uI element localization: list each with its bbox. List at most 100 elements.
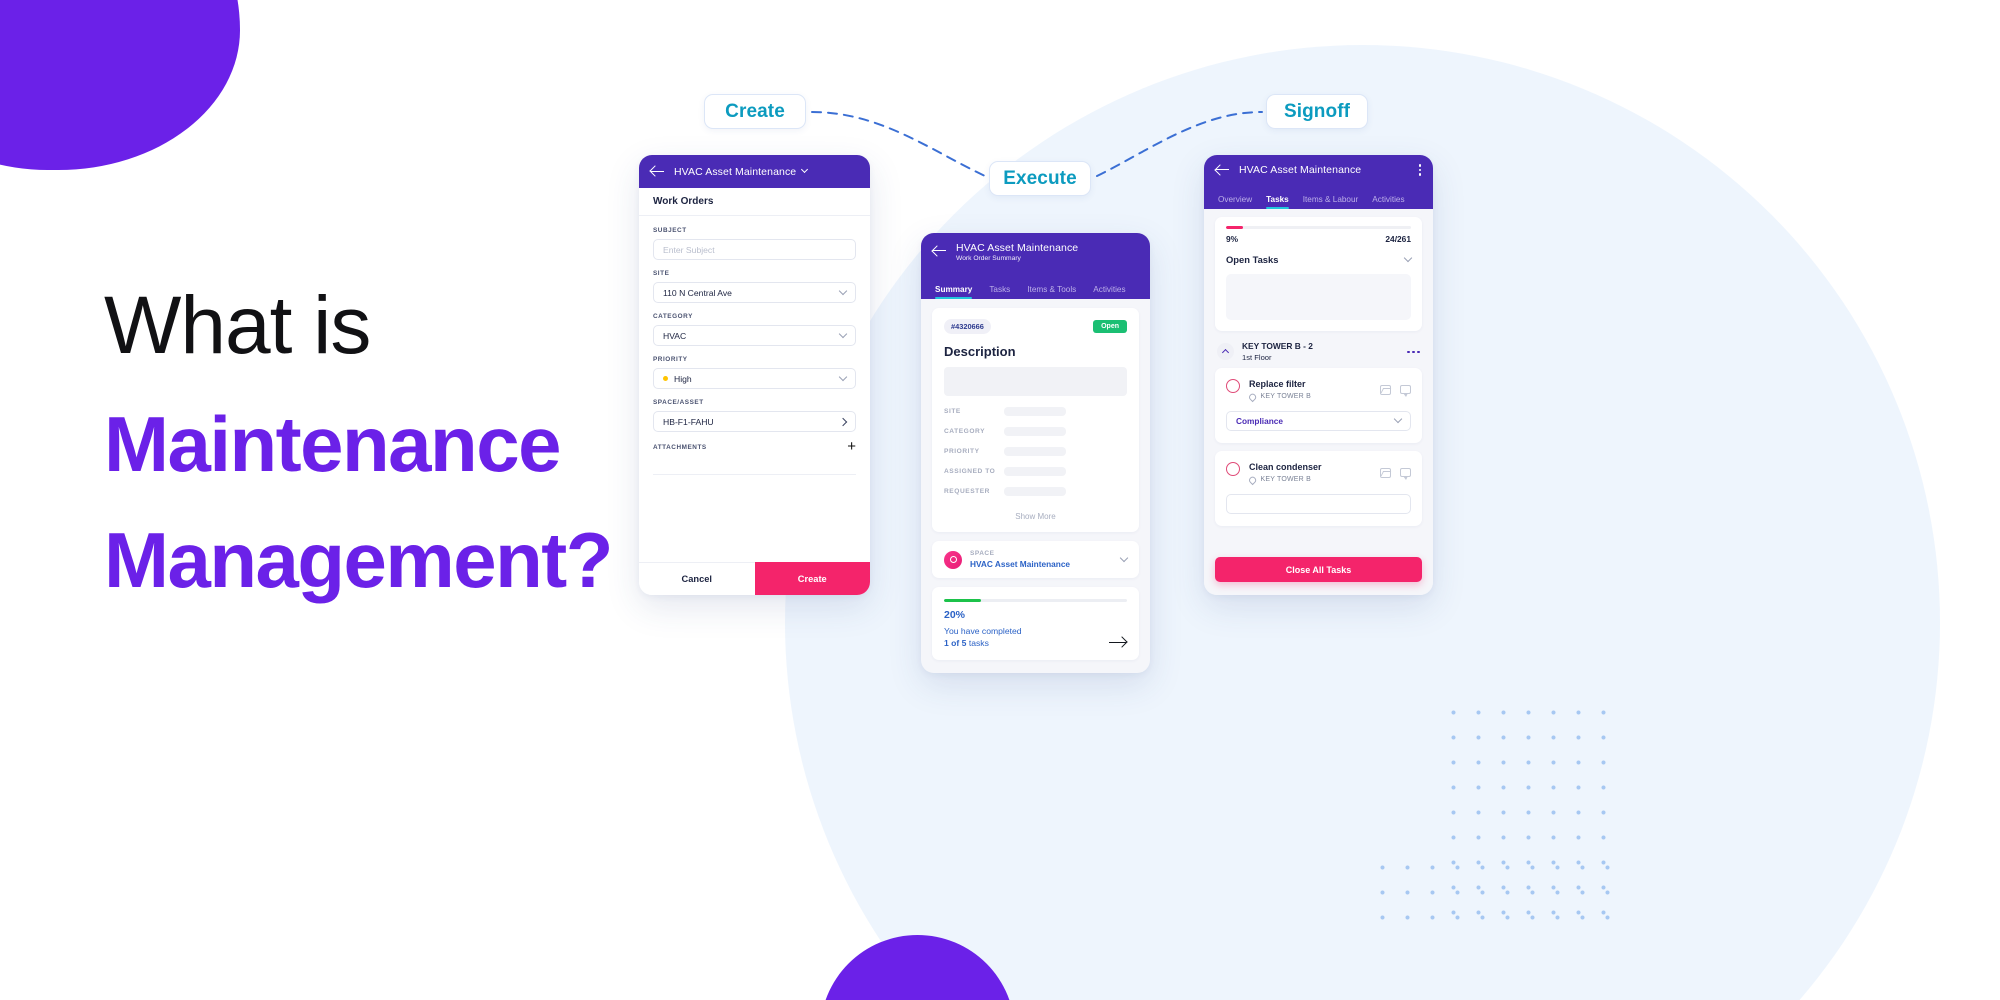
priority-dot-icon: [663, 376, 668, 381]
progress-fill: [944, 599, 981, 602]
task-type-select[interactable]: Compliance: [1226, 411, 1411, 432]
field-label-space-asset: SPACE/ASSET: [653, 399, 704, 406]
progress-track: [1226, 226, 1411, 230]
image-icon[interactable]: [1380, 384, 1391, 395]
open-tasks-row[interactable]: Open Tasks: [1226, 253, 1413, 265]
space-asset-navigator[interactable]: HB-F1-FAHU: [653, 411, 856, 432]
kebab-menu-icon[interactable]: [1418, 164, 1421, 176]
task-checkbox[interactable]: [1226, 462, 1240, 477]
ellipsis-icon[interactable]: [1407, 350, 1420, 354]
detail-row-site: SITE: [944, 407, 1127, 416]
chevron-up-icon[interactable]: [1217, 343, 1234, 361]
phone-screen-work-order-summary: HVAC Asset Maintenance Work Order Summar…: [921, 233, 1150, 673]
back-arrow-icon[interactable]: [933, 244, 947, 258]
detail-value-placeholder: [1004, 487, 1066, 496]
tab-activities[interactable]: Activities: [1093, 285, 1125, 299]
detail-key: CATEGORY: [944, 428, 986, 435]
field-label-priority: PRIORITY: [653, 356, 688, 363]
chevron-down-icon: [838, 329, 848, 338]
back-arrow-icon[interactable]: [1216, 163, 1230, 177]
task-text: Clean condenser KEY TOWER B: [1247, 462, 1322, 485]
tab-overview[interactable]: Overview: [1218, 195, 1252, 209]
flow-step-signoff[interactable]: Signoff: [1266, 94, 1368, 129]
subject-input[interactable]: Enter Subject: [653, 239, 856, 260]
app-bar-title: HVAC Asset Maintenance: [956, 242, 1079, 254]
chevron-down-icon[interactable]: [1119, 553, 1129, 562]
completed-suffix: tasks: [968, 637, 989, 648]
back-arrow-icon[interactable]: [651, 165, 665, 179]
tab-items-labour[interactable]: Items & Labour: [1303, 195, 1359, 209]
task-location: KEY TOWER B: [1247, 392, 1311, 402]
site-select[interactable]: 110 N Central Ave: [653, 282, 856, 303]
location-pin-icon: [944, 550, 962, 569]
cancel-button[interactable]: Cancel: [639, 562, 755, 595]
detail-key: ASSIGNED TO: [944, 468, 996, 475]
space-asset-value: HB-F1-FAHU: [663, 416, 714, 427]
chevron-down-icon: [1403, 253, 1413, 263]
description-heading: Description: [944, 344, 1016, 359]
detail-key: PRIORITY: [944, 448, 980, 455]
plus-icon[interactable]: +: [847, 439, 856, 454]
task-type-select[interactable]: [1226, 494, 1411, 515]
progress-fill: [1226, 226, 1243, 230]
comment-icon[interactable]: [1400, 384, 1411, 397]
app-bar-title: HVAC Asset Maintenance: [674, 165, 797, 178]
progress-count: 24/261: [1385, 234, 1411, 245]
form-actions: Cancel Create: [639, 562, 870, 595]
chevron-down-icon: [838, 286, 848, 295]
task-group-header[interactable]: KEY TOWER B - 2 1st Floor: [1204, 331, 1433, 368]
task-location-label: KEY TOWER B: [1260, 476, 1311, 484]
task-checkbox[interactable]: [1226, 379, 1240, 394]
progress-track: [944, 599, 1127, 602]
task-actions: [1380, 467, 1411, 480]
detail-value-placeholder: [1004, 467, 1066, 476]
arrow-right-icon[interactable]: [1109, 635, 1127, 649]
progress-footer: You have completed 1 of 5 tasks: [944, 626, 1127, 649]
detail-row-assigned-to: ASSIGNED TO: [944, 467, 1127, 476]
completed-text: You have completed 1 of 5 tasks: [944, 626, 1022, 649]
status-badge: Open: [1093, 320, 1127, 333]
task-group-text: KEY TOWER B - 2 1st Floor: [1242, 341, 1313, 362]
task-card[interactable]: Clean condenser KEY TOWER B: [1215, 451, 1422, 527]
task-type-value: Compliance: [1236, 416, 1284, 427]
category-select[interactable]: HVAC: [653, 325, 856, 346]
task-row: Replace filter KEY TOWER B: [1226, 379, 1411, 402]
headline-line-2: Maintenance: [104, 400, 561, 488]
task-text: Replace filter KEY TOWER B: [1247, 379, 1311, 402]
space-value: HVAC Asset Maintenance: [970, 559, 1071, 569]
chevron-down-icon: [838, 372, 848, 381]
space-key: SPACE: [970, 550, 995, 557]
app-bar: HVAC Asset Maintenance: [639, 155, 870, 188]
comment-icon[interactable]: [1400, 467, 1411, 480]
work-order-form: SUBJECT Enter Subject SITE 110 N Central…: [639, 216, 870, 475]
location-pin-icon: [1247, 392, 1257, 402]
detail-value-placeholder: [1004, 447, 1066, 456]
space-text: SPACE HVAC Asset Maintenance: [970, 550, 1070, 569]
field-label-subject: SUBJECT: [653, 227, 687, 234]
show-more-link[interactable]: Show More: [944, 512, 1127, 521]
tab-items-tools[interactable]: Items & Tools: [1027, 285, 1076, 299]
field-label-site: SITE: [653, 270, 670, 277]
space-card[interactable]: SPACE HVAC Asset Maintenance: [932, 541, 1139, 578]
progress-percent: 9%: [1226, 234, 1239, 245]
tab-summary[interactable]: Summary: [935, 285, 973, 299]
close-all-tasks-button[interactable]: Close All Tasks: [1215, 557, 1422, 582]
tab-activities[interactable]: Activities: [1372, 195, 1404, 209]
headline-line-1: What is: [104, 280, 371, 371]
image-icon[interactable]: [1380, 467, 1391, 478]
category-value: HVAC: [663, 330, 687, 341]
work-order-id: #4320666: [944, 319, 991, 334]
priority-select[interactable]: High: [653, 368, 856, 389]
tab-tasks[interactable]: Tasks: [1266, 195, 1289, 209]
chevron-down-icon[interactable]: [801, 165, 809, 174]
headline-line-3: Management?: [104, 516, 613, 604]
task-row: Clean condenser KEY TOWER B: [1226, 462, 1411, 485]
tab-bar: Summary Tasks Items & Tools Activities: [921, 275, 1150, 299]
task-card[interactable]: Replace filter KEY TOWER B Compliance: [1215, 368, 1422, 444]
flow-step-execute[interactable]: Execute: [989, 161, 1091, 196]
flow-step-create[interactable]: Create: [704, 94, 806, 129]
task-group-title: KEY TOWER B - 2: [1242, 341, 1313, 352]
tab-tasks[interactable]: Tasks: [989, 285, 1010, 299]
detail-key: SITE: [944, 408, 961, 415]
create-button[interactable]: Create: [754, 562, 870, 595]
